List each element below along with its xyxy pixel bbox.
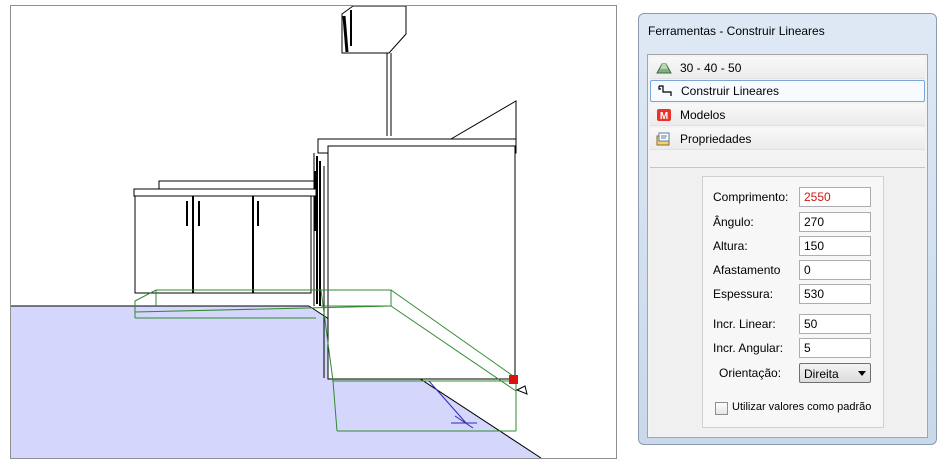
- row-angulo: Ângulo:: [703, 212, 883, 232]
- afastamento-label: Afastamento: [713, 263, 781, 277]
- row-afastamento: Afastamento: [703, 260, 883, 280]
- tool-label: Modelos: [680, 107, 726, 122]
- row-orientacao: Orientação: Direita: [703, 363, 883, 383]
- properties-icon: [656, 131, 672, 147]
- row-incr-linear: Incr. Linear:: [703, 314, 883, 334]
- row-espessura: Espessura:: [703, 284, 883, 304]
- comprimento-field[interactable]: [799, 187, 871, 207]
- altura-label: Altura:: [713, 239, 748, 253]
- panel-content: 30 - 40 - 50 Construir Lineares M Modelo…: [647, 54, 928, 438]
- afastamento-field[interactable]: [799, 260, 871, 280]
- row-incr-angular: Incr. Angular:: [703, 338, 883, 358]
- tool-item-propriedades[interactable]: Propriedades: [650, 128, 925, 150]
- default-values-checkbox[interactable]: [715, 402, 728, 415]
- row-comprimento: Comprimento:: [703, 187, 883, 207]
- tool-item-construir-lineares[interactable]: Construir Lineares: [650, 80, 925, 102]
- default-values-checkbox-row[interactable]: Utilizar valores como padrão: [715, 401, 880, 417]
- incr-angular-field[interactable]: [799, 338, 871, 358]
- models-m-icon: M: [656, 107, 672, 123]
- tool-item-modelos[interactable]: M Modelos: [650, 104, 925, 126]
- cursor-handle[interactable]: [509, 375, 518, 384]
- espessura-label: Espessura:: [713, 287, 774, 301]
- default-values-checkbox-label: Utilizar valores como padrão: [732, 401, 872, 413]
- row-altura: Altura:: [703, 236, 883, 256]
- tool-item-30-40-50[interactable]: 30 - 40 - 50: [650, 57, 925, 79]
- orientacao-selected-value: Direita: [804, 367, 839, 381]
- espessura-field[interactable]: [799, 284, 871, 304]
- tall-cabinet: [313, 138, 517, 380]
- range-hood: [341, 6, 517, 140]
- 3d-viewport[interactable]: [10, 5, 617, 459]
- panel-title: Ferramentas - Construir Lineares: [648, 24, 825, 38]
- form-area: Comprimento: Ângulo: Altura: Afastamento: [650, 167, 925, 436]
- angulo-field[interactable]: [799, 212, 871, 232]
- tool-label: Construir Lineares: [681, 84, 780, 98]
- mouse-cursor-icon: [515, 385, 528, 395]
- incr-linear-label: Incr. Linear:: [713, 317, 776, 331]
- angulo-label: Ângulo:: [713, 215, 754, 229]
- tool-label: Propriedades: [680, 131, 752, 146]
- orientacao-label: Orientação:: [719, 366, 782, 380]
- chevron-down-icon: [858, 371, 866, 376]
- altura-field[interactable]: [799, 236, 871, 256]
- orientacao-select[interactable]: Direita: [799, 363, 871, 383]
- linear-build-icon: [657, 83, 673, 99]
- incr-linear-field[interactable]: [799, 314, 871, 334]
- incr-angular-label: Incr. Angular:: [713, 341, 784, 355]
- tools-panel: Ferramentas - Construir Lineares 30 - 40…: [638, 13, 937, 445]
- base-cabinets: [133, 180, 317, 294]
- svg-text:M: M: [660, 111, 668, 122]
- parameters-form: Comprimento: Ângulo: Altura: Afastamento: [702, 176, 884, 428]
- scene-drawing[interactable]: [11, 6, 616, 458]
- tool-label: 30 - 40 - 50: [680, 60, 742, 75]
- roof-icon: [656, 60, 672, 76]
- comprimento-label: Comprimento:: [713, 190, 789, 204]
